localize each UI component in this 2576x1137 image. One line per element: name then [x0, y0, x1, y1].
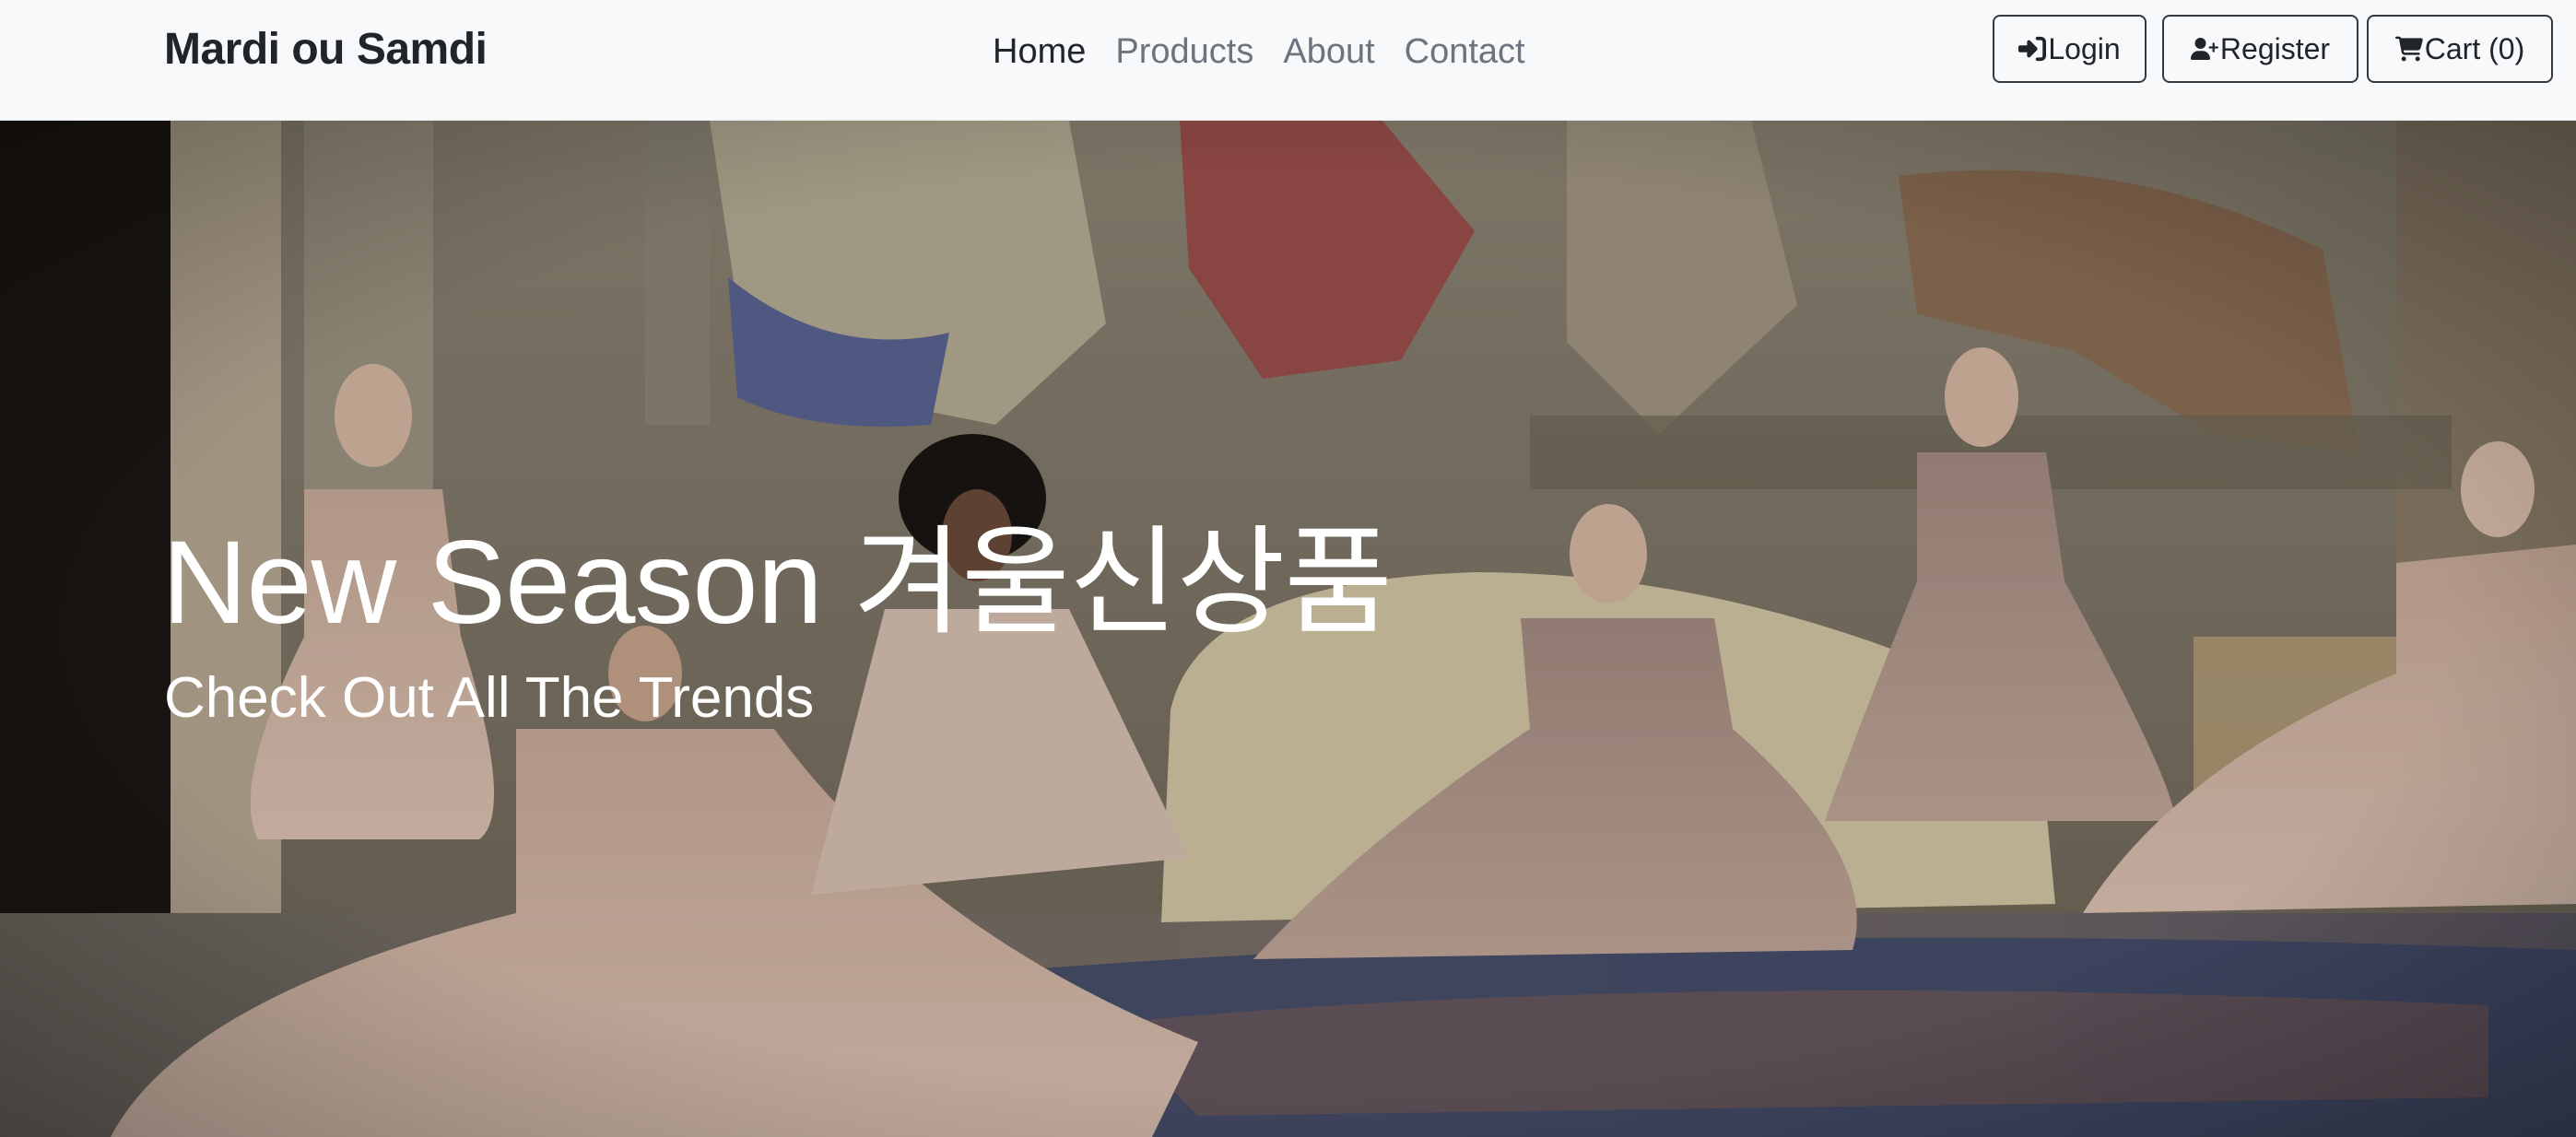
- nav-link-products[interactable]: Products: [1100, 28, 1268, 76]
- register-label: Register: [2219, 31, 2331, 65]
- register-button[interactable]: Register: [2162, 15, 2358, 83]
- hero-title: New Season 겨울신상품: [162, 517, 1393, 649]
- main-nav: Home Products About Contact: [993, 28, 1540, 76]
- nav-link-about[interactable]: About: [1268, 28, 1389, 76]
- user-plus-icon: [2190, 35, 2218, 63]
- cart-label: Cart (0): [2424, 31, 2525, 65]
- cart-button[interactable]: Cart (0): [2367, 15, 2553, 83]
- cart-icon: [2394, 35, 2423, 63]
- top-navbar: Mardi ou Samdi Home Products About Conta…: [0, 0, 2576, 121]
- login-button[interactable]: Login: [1993, 15, 2147, 83]
- nav-link-contact[interactable]: Contact: [1390, 28, 1540, 76]
- hero-subtitle: Check Out All The Trends: [164, 666, 815, 730]
- sign-in-icon: [2018, 35, 2047, 63]
- nav-link-home[interactable]: Home: [993, 28, 1100, 76]
- hero-banner[interactable]: New Season 겨울신상품 Check Out All The Trend…: [0, 121, 2576, 1137]
- brand-logo[interactable]: Mardi ou Samdi: [164, 24, 488, 76]
- login-label: Login: [2048, 31, 2121, 65]
